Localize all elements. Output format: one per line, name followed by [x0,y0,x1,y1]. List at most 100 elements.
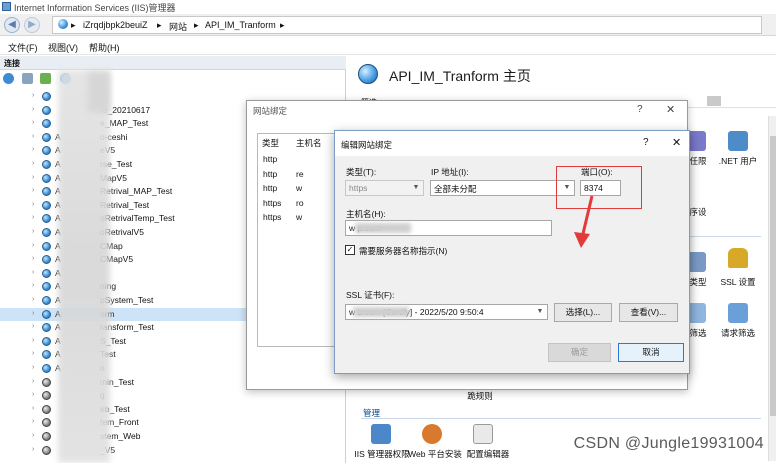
menu-file[interactable]: 文件(F) [8,41,38,54]
menu-view[interactable]: 视图(V) [48,41,78,54]
expand-icon[interactable]: › [32,228,40,236]
breadcrumb-server[interactable]: iZrqdjbpk2beuiZ [83,20,148,30]
tree-item[interactable]: ›g [0,389,346,403]
view-cert-button[interactable]: 查看(V)... [619,303,678,322]
gear-globe-icon [42,432,51,441]
host-label: 主机名(H): [346,209,386,219]
tree-item[interactable]: ›_V5 [0,444,346,458]
back-icon[interactable]: ◀ [4,17,20,33]
close-icon[interactable]: ✕ [672,136,681,149]
expand-icon[interactable]: › [32,201,40,209]
save-icon[interactable] [22,73,33,84]
dialog-caption: 编辑网站绑定 ? ✕ [335,131,689,156]
tree-item[interactable]: › eb_Test [0,403,346,417]
expand-icon[interactable]: › [32,432,40,440]
expand-icon[interactable]: › [32,282,40,290]
view-mode-icon[interactable] [707,96,721,106]
breadcrumb[interactable]: ▸ iZrqdjbpk2beuiZ ▸ 网站 ▸ API_IM_Tranform… [52,16,762,34]
menu-help[interactable]: 帮助(H) [89,41,120,54]
breadcrumb-sites[interactable]: 网站 [169,20,187,33]
annotation-arrow-icon [574,195,594,248]
iis-manager-permissions-icon[interactable] [371,424,391,444]
web-platform-icon[interactable] [422,424,442,444]
expand-icon[interactable]: › [32,160,40,168]
tree-item[interactable]: › tem_Front [0,416,346,430]
lock-icon[interactable] [728,248,748,268]
expand-icon[interactable]: › [32,255,40,263]
request-filter-icon[interactable] [728,303,748,323]
feature-net-users[interactable]: .NET 用户 [716,155,760,167]
tree-item[interactable]: › stem_Web [0,430,346,444]
binding-host[interactable]: w [296,212,302,222]
expand-icon[interactable]: › [32,242,40,250]
connect-icon[interactable] [3,73,14,84]
cancel-button[interactable]: 取消 [618,343,684,362]
globe-icon [42,119,51,129]
col-host[interactable]: 主机名 [296,137,322,149]
expand-icon[interactable]: › [32,364,40,372]
redaction-blur [88,72,110,112]
binding-type[interactable]: http [263,183,277,193]
globe-icon [42,241,51,251]
binding-type[interactable]: https [263,198,281,208]
select-cert-button[interactable]: 选择(L)... [554,303,612,322]
binding-host[interactable]: w [296,183,302,193]
breadcrumb-sep: ▸ [280,20,285,30]
sni-checkbox[interactable]: ✓ [345,245,355,255]
globe-icon [42,364,51,373]
expand-icon[interactable]: › [32,187,40,195]
forward-icon[interactable]: ▶ [24,17,40,33]
expand-icon[interactable]: › [32,106,40,114]
ok-button[interactable]: 确定 [548,343,611,362]
expand-icon[interactable]: › [32,92,40,100]
close-icon[interactable]: ✕ [666,103,675,116]
expand-icon[interactable]: › [32,391,40,399]
expand-icon[interactable]: › [32,174,40,182]
expand-icon[interactable]: › [32,350,40,358]
feature-request-filter[interactable]: 请求筛选 [716,327,760,339]
binding-host[interactable]: re [296,169,304,179]
col-type[interactable]: 类型 [262,137,279,149]
feature-rewrite[interactable]: 跪规则 [460,390,500,402]
binding-host[interactable]: ro [296,198,304,208]
globe-icon [42,255,51,265]
window-title: Internet Information Services (IIS)管理器 [14,3,176,13]
features-scrollbar[interactable] [768,116,776,461]
expand-icon[interactable]: › [32,337,40,345]
expand-icon[interactable]: › [32,133,40,141]
chevron-down-icon: ▼ [533,305,547,319]
expand-icon[interactable]: › [32,310,40,318]
binding-type[interactable]: http [263,154,277,164]
expand-icon[interactable]: › [32,296,40,304]
binding-type[interactable]: http [263,169,277,179]
help-icon[interactable]: ? [637,104,643,115]
dialog-title: 编辑网站绑定 [341,140,393,150]
feature-ssl[interactable]: SSL 设置 [716,276,760,288]
breadcrumb-site[interactable]: API_IM_Tranform [205,20,276,30]
feature-iis-permissions[interactable]: IIS 管理器权限 [352,448,412,460]
expand-icon[interactable]: › [32,378,40,386]
expand-icon[interactable]: › [32,214,40,222]
scroll-thumb[interactable] [770,136,776,416]
add-connection-icon[interactable] [40,73,51,84]
globe-icon [42,105,51,115]
globe-icon [42,228,51,237]
ip-select[interactable]: 全部未分配 ▼ [430,180,575,196]
tree-item-label: oRetrivalTemp_Test [100,213,175,224]
expand-icon[interactable]: › [32,269,40,277]
expand-icon[interactable]: › [32,323,40,331]
binding-type[interactable]: https [263,212,281,222]
feature-web-platform[interactable]: Web 平台安装 [405,448,465,460]
feature-config-editor[interactable]: 配置编辑器 [458,448,518,460]
type-select[interactable]: https ▼ [345,180,424,196]
menu-bar: 文件(F) 视图(V) 帮助(H) [0,37,776,55]
help-icon[interactable]: ? [643,137,649,148]
expand-icon[interactable]: › [32,446,40,454]
config-editor-icon[interactable] [473,424,493,444]
expand-icon[interactable]: › [32,405,40,413]
tree-item-label: Retrival_MAP_Test [100,186,173,197]
expand-icon[interactable]: › [32,146,40,154]
net-users-icon[interactable] [728,131,748,151]
expand-icon[interactable]: › [32,119,40,127]
expand-icon[interactable]: › [32,418,40,426]
